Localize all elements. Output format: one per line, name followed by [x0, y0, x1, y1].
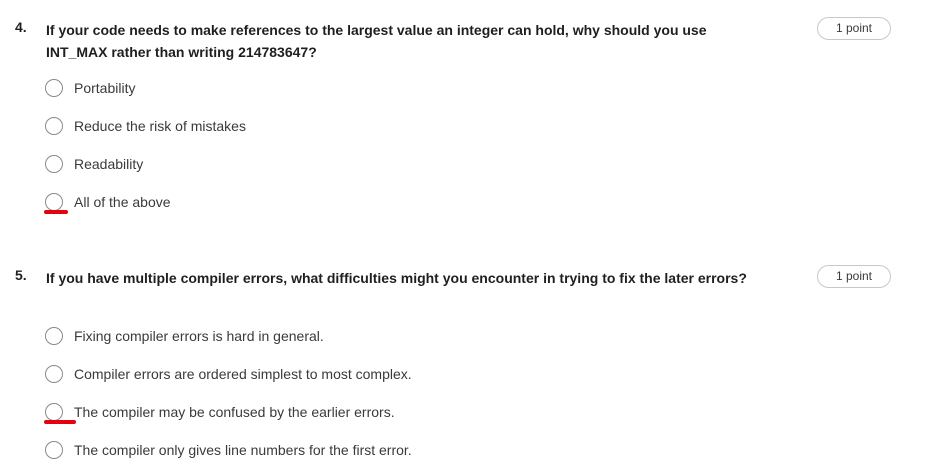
- option-ordered-simplest[interactable]: Compiler errors are ordered simplest to …: [45, 363, 412, 385]
- option-line-numbers[interactable]: The compiler only gives line numbers for…: [45, 439, 412, 461]
- option-label: Reduce the risk of mistakes: [74, 118, 246, 134]
- radio-button[interactable]: [45, 403, 63, 421]
- option-fixing-hard[interactable]: Fixing compiler errors is hard in genera…: [45, 325, 324, 347]
- points-badge: 1 point: [817, 17, 891, 40]
- option-reduce-risk[interactable]: Reduce the risk of mistakes: [45, 115, 246, 137]
- radio-button[interactable]: [45, 79, 63, 97]
- question-number: 4.: [15, 19, 27, 35]
- radio-button[interactable]: [45, 365, 63, 383]
- option-readability[interactable]: Readability: [45, 153, 143, 175]
- option-label: Compiler errors are ordered simplest to …: [74, 366, 412, 382]
- option-portability[interactable]: Portability: [45, 77, 135, 99]
- radio-button[interactable]: [45, 193, 63, 211]
- points-badge: 1 point: [817, 265, 891, 288]
- option-compiler-confused[interactable]: The compiler may be confused by the earl…: [45, 401, 395, 423]
- radio-button[interactable]: [45, 327, 63, 345]
- radio-button[interactable]: [45, 117, 63, 135]
- option-label: Readability: [74, 156, 144, 172]
- option-label: All of the above: [74, 194, 171, 210]
- question-number: 5.: [15, 267, 27, 283]
- question-text: If you have multiple compiler errors, wh…: [46, 270, 747, 286]
- red-underline-mark: [44, 420, 76, 424]
- option-label: Portability: [74, 80, 136, 96]
- option-label: Fixing compiler errors is hard in genera…: [74, 328, 324, 344]
- red-underline-mark: [44, 210, 68, 214]
- option-label: The compiler only gives line numbers for…: [74, 442, 412, 458]
- radio-button[interactable]: [45, 155, 63, 173]
- option-label: The compiler may be confused by the earl…: [74, 404, 395, 420]
- question-text: If your code needs to make references to…: [46, 22, 707, 60]
- radio-button[interactable]: [45, 441, 63, 459]
